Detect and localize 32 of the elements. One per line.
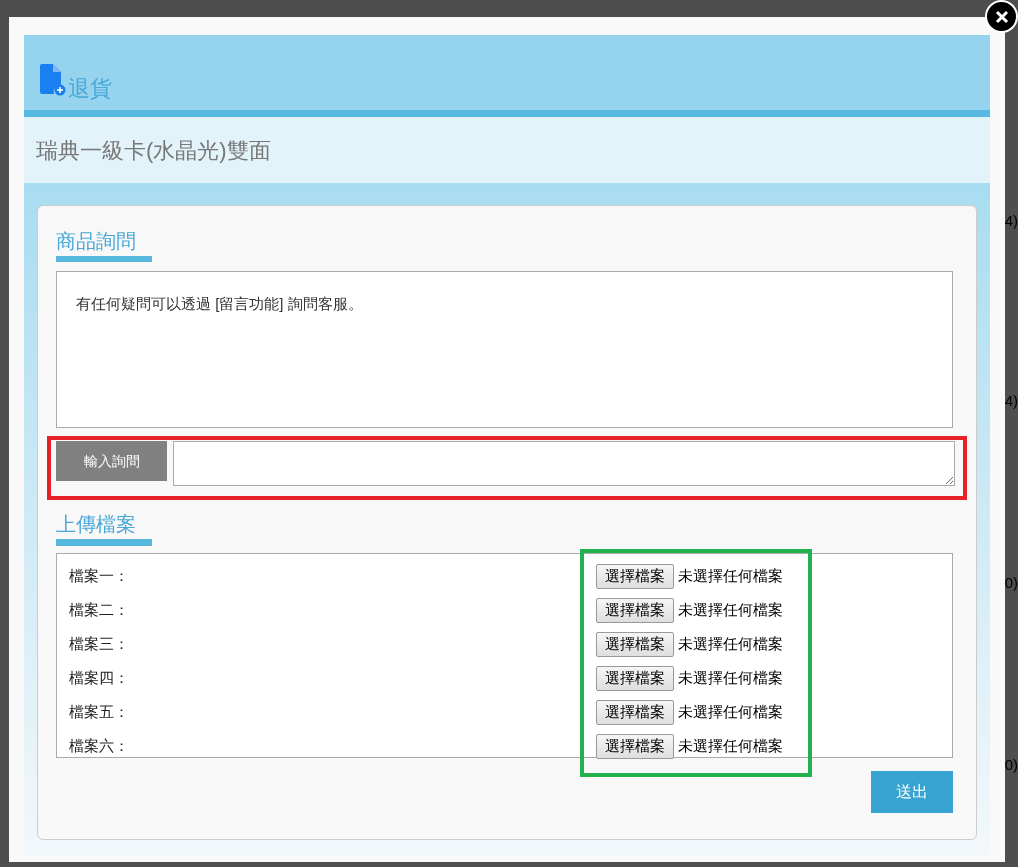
choose-file-button[interactable]: 選擇檔案 xyxy=(596,733,674,759)
choose-file-button[interactable]: 選擇檔案 xyxy=(596,699,674,725)
close-icon xyxy=(994,9,1009,24)
file-label: 檔案一： xyxy=(69,565,130,586)
file-status: 未選擇任何檔案 xyxy=(678,667,783,688)
file-status: 未選擇任何檔案 xyxy=(678,565,783,586)
file-status: 未選擇任何檔案 xyxy=(678,633,783,654)
file-add-icon xyxy=(40,64,66,96)
background-text: 4) xyxy=(1004,391,1018,411)
choose-file-button[interactable]: 選擇檔案 xyxy=(596,563,674,589)
section-heading: 上傳檔案 xyxy=(56,513,136,535)
message-text: 有任何疑問可以透過 [留言功能] 詢問客服。 xyxy=(76,295,363,312)
close-button[interactable] xyxy=(985,0,1018,33)
section-heading: 商品詢問 xyxy=(56,229,136,254)
dialog-title: 退貨 xyxy=(68,75,112,103)
file-label: 檔案五： xyxy=(69,701,130,722)
choose-file-button[interactable]: 選擇檔案 xyxy=(596,631,674,657)
product-name: 瑞典一級卡(水晶光)雙面 xyxy=(36,136,271,165)
file-status: 未選擇任何檔案 xyxy=(678,599,783,620)
inquiry-button[interactable]: 輸入詢問 xyxy=(56,441,167,481)
file-status: 未選擇任何檔案 xyxy=(678,701,783,722)
inquiry-input[interactable] xyxy=(173,441,955,486)
background-text: 0) xyxy=(1004,755,1018,775)
background-text: 0) xyxy=(1004,573,1018,593)
file-label: 檔案二： xyxy=(69,599,130,620)
file-label: 檔案四： xyxy=(69,667,130,688)
file-label: 檔案六： xyxy=(69,735,130,756)
background-text: 4) xyxy=(1004,211,1018,231)
file-label: 檔案三： xyxy=(69,633,130,654)
choose-file-button[interactable]: 選擇檔案 xyxy=(596,665,674,691)
choose-file-button[interactable]: 選擇檔案 xyxy=(596,597,674,623)
file-status: 未選擇任何檔案 xyxy=(678,735,783,756)
